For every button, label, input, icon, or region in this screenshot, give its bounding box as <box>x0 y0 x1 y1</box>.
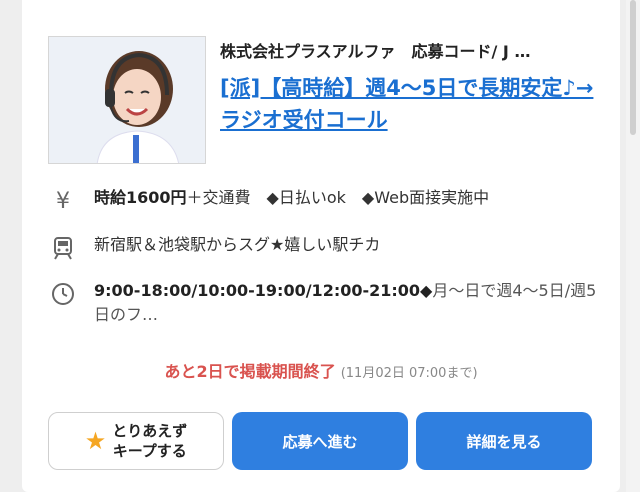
job-photo[interactable] <box>48 36 206 164</box>
yen-icon: ¥ <box>56 188 70 214</box>
deadline-warning: あと2日で掲載期間終了 <box>164 362 336 381</box>
keep-button-label: とりあえず キープする <box>112 422 188 460</box>
detail-button[interactable]: 詳細を見る <box>416 412 592 470</box>
apply-button[interactable]: 応募へ進む <box>232 412 408 470</box>
scrollbar[interactable] <box>626 0 640 492</box>
deadline-date: (11月02日 07:00まで) <box>340 366 478 381</box>
company-name: 株式会社プラスアルファ 応募コード/ J … <box>220 42 531 61</box>
salary-amount: 時給1600円 <box>94 188 187 207</box>
train-icon <box>48 233 78 263</box>
job-card: 株式会社プラスアルファ 応募コード/ J … [派]【高時給】週4〜5日で長期安… <box>22 0 620 492</box>
clock-icon <box>48 279 78 309</box>
star-icon: ★ <box>84 427 107 455</box>
hours-row: 9:00-18:00/10:00-19:00/12:00-21:00◆月〜日で週… <box>48 279 608 327</box>
station-text: 新宿駅＆池袋駅からスグ★嬉しい駅チカ <box>94 235 381 254</box>
salary-benefits: ＋交通費 ◆日払いok ◆Web面接実施中 <box>186 188 490 207</box>
keep-button[interactable]: ★ とりあえず キープする <box>48 412 224 470</box>
deadline-notice: あと2日で掲載期間終了 (11月02日 07:00まで) <box>22 358 620 382</box>
salary-row: ¥ 時給1600円＋交通費 ◆日払いok ◆Web面接実施中 <box>48 186 608 216</box>
hours-main: 9:00-18:00/10:00-19:00/12:00-21:00◆ <box>94 281 433 300</box>
job-title-link[interactable]: [派]【高時給】週4〜5日で長期安定♪→ラジオ受付コール <box>220 72 600 136</box>
operator-photo-illustration <box>49 37 205 163</box>
station-row: 新宿駅＆池袋駅からスグ★嬉しい駅チカ <box>48 233 608 263</box>
scrollbar-thumb[interactable] <box>630 0 636 135</box>
